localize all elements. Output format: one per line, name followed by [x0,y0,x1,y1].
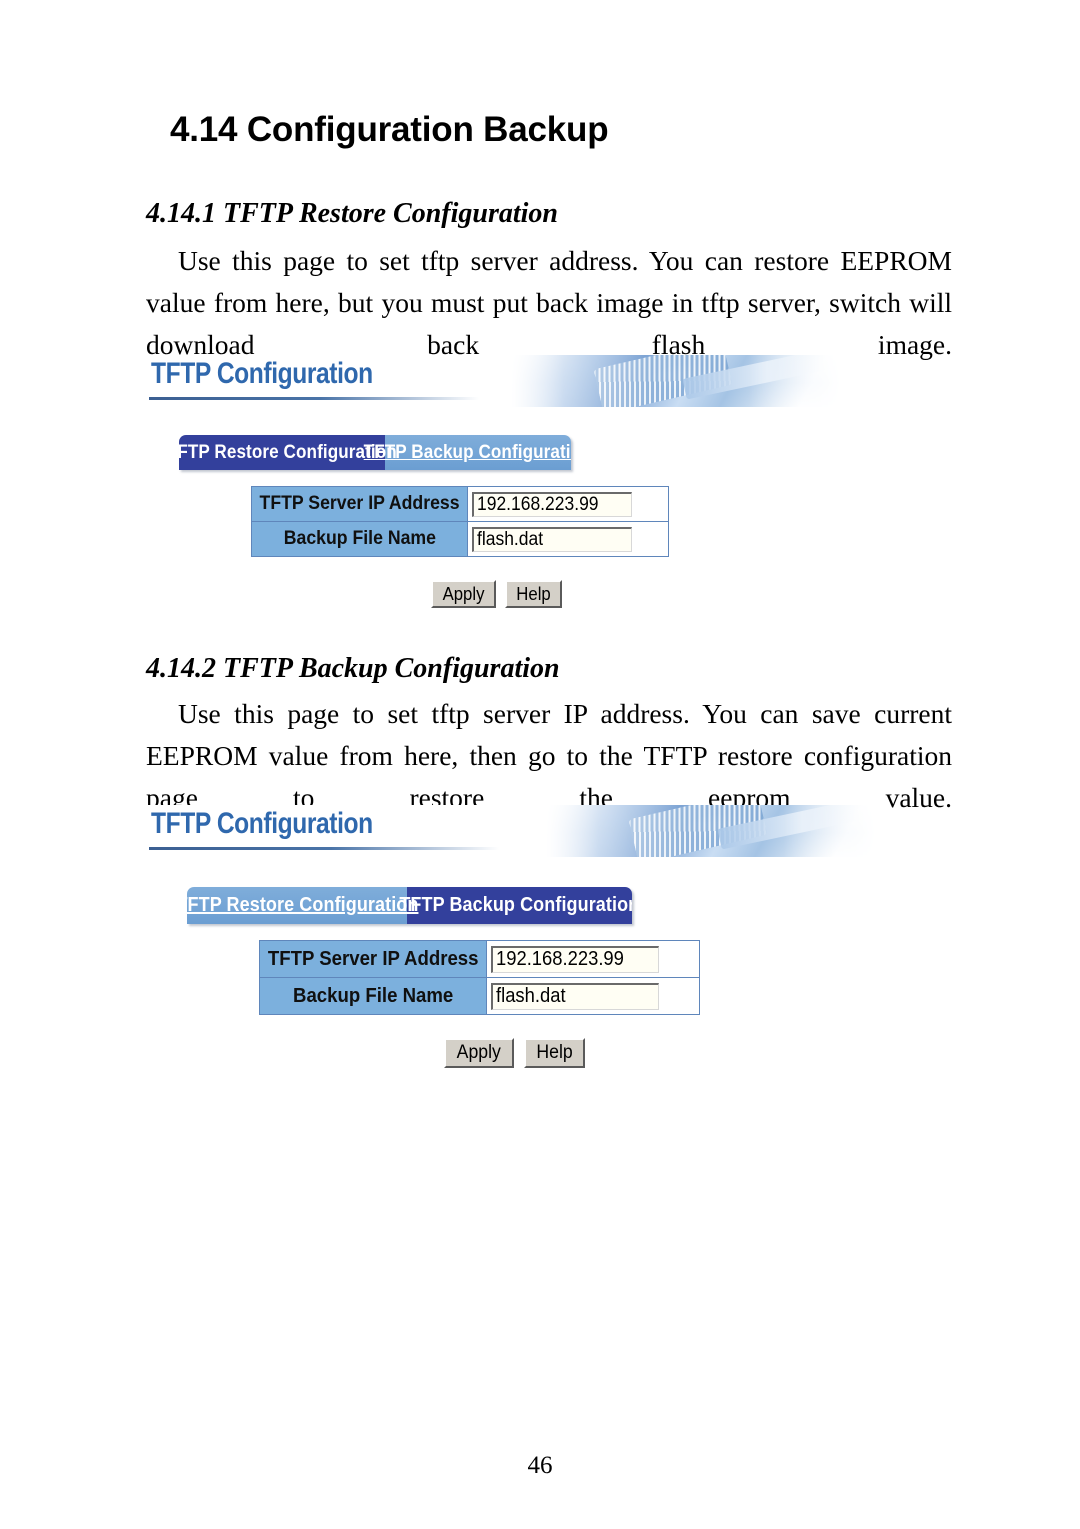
label-backup-file-name: Backup File Name [258,977,488,1015]
table-row: TFTP Server IP Address 192.168.223.99 [258,940,701,978]
button-label: Apply [442,583,485,604]
row-label: TFTP Server IP Address [267,947,479,970]
label-tftp-server-ip-address: TFTP Server IP Address [250,486,469,522]
input-value: 192.168.223.99 [477,493,599,515]
tab-tftp-restore-configuration[interactable]: TFTP Restore Configuration [187,887,418,924]
button-row: Apply Help [444,1038,585,1068]
input-value: flash.dat [496,985,566,1007]
screenshot-tftp-restore-configuration: TFTP Configuration TFTP Restore Configur… [141,355,841,623]
backup-file-name-input[interactable]: flash.dat [491,982,660,1010]
input-value: flash.dat [477,528,544,550]
tab-label: TFTP Restore Configuration [187,894,419,916]
tab-tftp-backup-configuration[interactable]: TFTP Backup Configuration [400,887,632,924]
tftp-server-ip-address-input[interactable]: 192.168.223.99 [472,491,633,517]
section-heading-4-14-1: 4.14.1 TFTP Restore Configuration [146,198,559,229]
banner-divider [149,847,499,850]
tab-bar: TFTP Restore Configuration TFTP Backup C… [179,435,571,470]
tftp-form-table: TFTP Server IP Address 192.168.223.99 Ba… [258,940,701,1015]
button-row: Apply Help [431,580,563,608]
help-button[interactable]: Help [505,580,563,608]
tab-label: TFTP Backup Configuration [363,441,571,463]
label-backup-file-name: Backup File Name [250,521,469,557]
document-page: 4.14 Configuration Backup 4.14.1 TFTP Re… [0,0,1080,1529]
page-title: 4.14 Configuration Backup [170,110,609,149]
row-label: Backup File Name [283,528,436,549]
apply-button[interactable]: Apply [431,580,497,608]
tab-bar: TFTP Restore Configuration TFTP Backup C… [187,887,632,924]
tab-label: TFTP Backup Configuration [399,894,632,916]
field-cell: 192.168.223.99 [486,940,701,978]
ui-banner-title: TFTP Configuration [151,357,373,390]
help-button[interactable]: Help [523,1038,585,1068]
field-cell: flash.dat [467,521,670,557]
table-row: Backup File Name flash.dat [258,977,701,1015]
section-heading-4-14-2: 4.14.2 TFTP Backup Configuration [146,653,560,684]
tftp-form-table: TFTP Server IP Address 192.168.223.99 Ba… [250,486,670,557]
button-label: Help [516,583,551,604]
label-tftp-server-ip-address: TFTP Server IP Address [258,940,488,978]
rj45-cable-photo-icon [546,805,876,857]
table-row: Backup File Name flash.dat [250,521,670,557]
button-label: Apply [456,1042,501,1063]
apply-button[interactable]: Apply [444,1038,514,1068]
banner-divider [149,397,479,400]
button-label: Help [535,1042,573,1063]
screenshot-tftp-backup-configuration: TFTP Configuration TFTP Restore Configur… [141,805,876,1080]
field-cell: flash.dat [486,977,701,1015]
tftp-server-ip-address-input[interactable]: 192.168.223.99 [491,945,660,973]
backup-file-name-input[interactable]: flash.dat [472,526,633,552]
page-number: 46 [527,1452,553,1479]
table-row: TFTP Server IP Address 192.168.223.99 [250,486,670,522]
tab-tftp-restore-configuration[interactable]: TFTP Restore Configuration [179,435,397,470]
field-cell: 192.168.223.99 [467,486,670,522]
rj45-cable-photo-icon [511,355,841,407]
row-label: Backup File Name [293,984,454,1007]
tab-tftp-backup-configuration[interactable]: TFTP Backup Configuration [364,435,571,470]
ui-banner-title: TFTP Configuration [151,807,373,840]
row-label: TFTP Server IP Address [259,493,460,514]
input-value: 192.168.223.99 [496,948,625,970]
